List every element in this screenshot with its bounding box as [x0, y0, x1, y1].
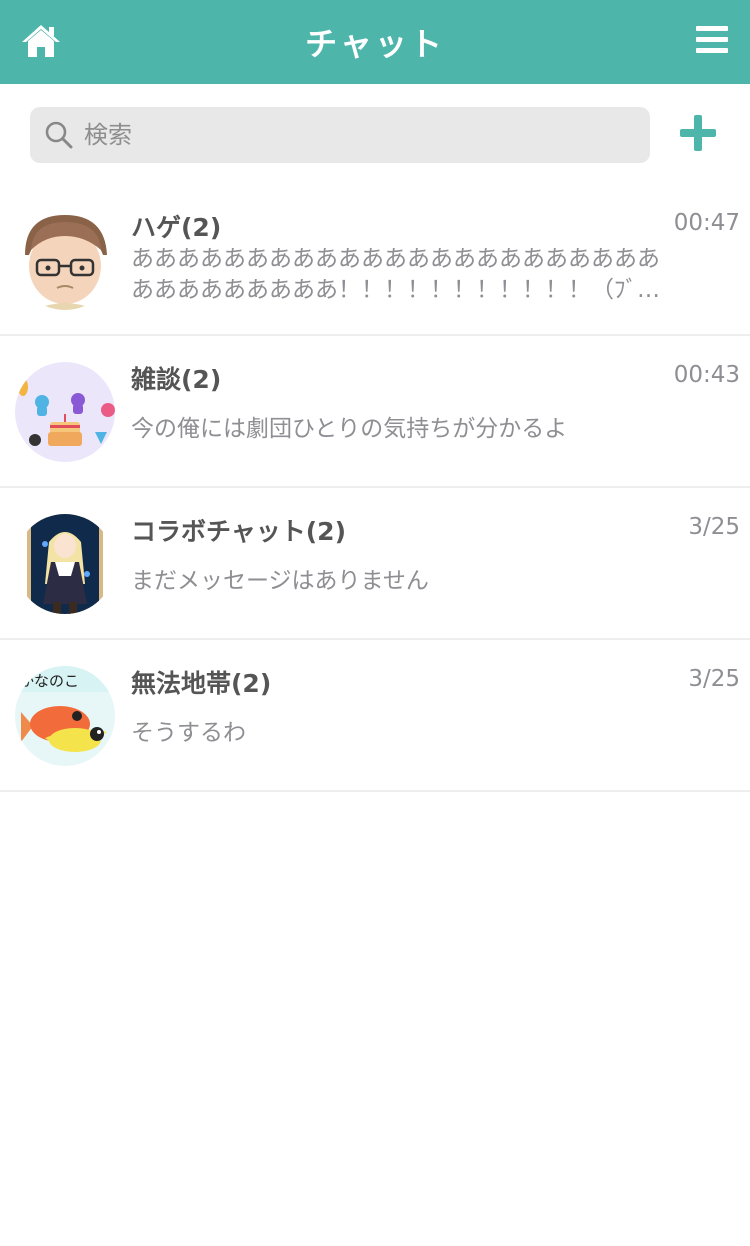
search-bar [30, 107, 650, 163]
anime-girl-avatar [15, 514, 115, 614]
svg-text:かなのこ: かなのこ [19, 672, 79, 690]
chat-list: ハゲ(2) 00:47 ああああああああああああああああああああああああああああ… [0, 184, 750, 792]
chat-last-message: 今の俺には劇団ひとりの気持ちが分かるよ [131, 416, 568, 442]
chat-last-message: そうするわ [131, 720, 246, 746]
chat-time: 00:43 [673, 362, 740, 388]
chat-name: 雑談(2) [131, 365, 222, 394]
app-header: チャット [0, 0, 750, 84]
chat-time: 00:47 [673, 210, 740, 236]
chat-last-message: まだメッセージはありません [131, 568, 429, 594]
chat-row[interactable]: ハゲ(2) 00:47 ああああああああああああああああああああああああああああ… [0, 184, 750, 336]
chat-time: 3/25 [688, 514, 740, 540]
chat-name: コラボチャット(2) [131, 517, 346, 546]
chat-row[interactable]: 雑談(2) 00:43 今の俺には劇団ひとりの気持ちが分かるよ [0, 336, 750, 488]
page-title: チャット [305, 25, 445, 63]
birthday-cake-party-avatar [15, 362, 115, 462]
chat-time: 3/25 [688, 666, 740, 692]
menu-button[interactable] [696, 24, 728, 56]
add-chat-button[interactable] [680, 115, 716, 151]
bald-man-glasses-avatar [15, 210, 115, 310]
hamburger-menu-icon [696, 26, 728, 53]
plus-icon [680, 115, 716, 151]
chat-row[interactable]: かなのこ 無法地帯(2) 3/25 そうするわ [0, 640, 750, 792]
home-icon [22, 25, 60, 57]
chat-row[interactable]: コラボチャット(2) 3/25 まだメッセージはありません [0, 488, 750, 640]
search-icon [45, 121, 73, 149]
goldfish-avatar: かなのこ [15, 666, 115, 766]
chat-name: ハゲ(2) [131, 213, 222, 242]
chat-name: 無法地帯(2) [131, 669, 272, 698]
search-input[interactable] [84, 107, 650, 163]
chat-last-message: ああああああああああああああああああああああああああああああああ！！！！！！！！… [131, 246, 660, 303]
home-button[interactable] [20, 22, 62, 60]
